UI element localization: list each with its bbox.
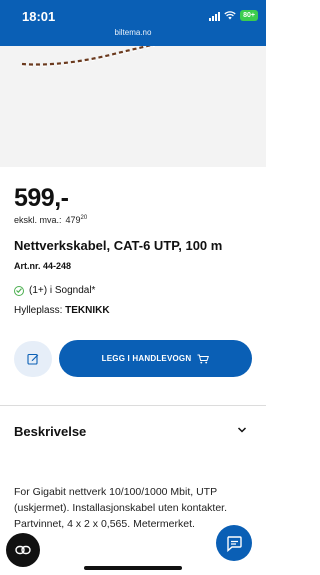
shelf-value: TEKNIKK bbox=[65, 305, 110, 316]
excl-vat-cents: 20 bbox=[80, 215, 88, 221]
chat-icon bbox=[227, 536, 242, 552]
excl-vat-label: ekskl. mva.: bbox=[14, 215, 62, 225]
cable-image bbox=[21, 42, 156, 68]
link-button[interactable] bbox=[6, 533, 40, 567]
wifi-icon bbox=[224, 11, 236, 20]
product-price: 599,- bbox=[14, 184, 69, 212]
stock-status[interactable]: (1+) i Sogndal* bbox=[14, 285, 95, 296]
section-divider bbox=[0, 405, 266, 406]
add-to-cart-button[interactable]: LEGG I HANDLEVOGN bbox=[59, 340, 252, 377]
shelf-location: Hylleplass: TEKNIKK bbox=[14, 305, 110, 316]
chat-button[interactable] bbox=[216, 525, 252, 561]
product-image[interactable] bbox=[0, 42, 266, 167]
price-excl-vat: ekskl. mva.: 47920 bbox=[14, 215, 87, 225]
cart-icon bbox=[197, 354, 210, 363]
chevron-down-icon[interactable] bbox=[236, 424, 248, 436]
shelf-label: Hylleplass: bbox=[14, 305, 63, 316]
description-text: For Gigabit nettverk 10/100/1000 Mbit, U… bbox=[14, 486, 228, 530]
battery-icon: 80+ bbox=[240, 10, 258, 21]
check-icon bbox=[14, 285, 24, 296]
status-icons: 80+ bbox=[209, 10, 258, 21]
address-bar-url[interactable]: biltema.no bbox=[0, 28, 266, 37]
article-number: Art.nr. 44-248 bbox=[14, 261, 72, 271]
status-time: 18:01 bbox=[22, 9, 56, 24]
stock-text: (1+) i Sogndal* bbox=[29, 285, 96, 296]
home-indicator bbox=[84, 566, 182, 570]
signal-icon bbox=[209, 11, 221, 21]
edit-icon bbox=[27, 353, 39, 365]
edit-button[interactable] bbox=[14, 341, 52, 377]
excl-vat-value: 479 bbox=[65, 215, 81, 225]
link-icon bbox=[15, 545, 31, 555]
product-title: Nettverkskabel, CAT-6 UTP, 100 m bbox=[14, 238, 223, 253]
description-heading[interactable]: Beskrivelse bbox=[14, 424, 86, 439]
add-to-cart-label: LEGG I HANDLEVOGN bbox=[101, 354, 192, 363]
status-bar: 18:01 80+ biltema.no bbox=[0, 0, 266, 46]
